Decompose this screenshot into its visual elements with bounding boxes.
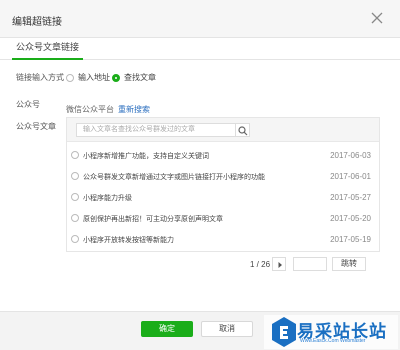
- article-row[interactable]: 原创保护再出新招！可主动分享原创声明文章 2017-05-20: [67, 208, 379, 229]
- article-date: 2017-05-19: [330, 235, 371, 244]
- article-date: 2017-05-20: [330, 214, 371, 223]
- article-row[interactable]: 公众号群发文章新增通过文字或图片链接打开小程序的功能 2017-06-01: [67, 166, 379, 187]
- article-panel: 输入文章名查找公众号群发过的文章 小程序新增推广功能，支持自定义关键词 2017…: [66, 117, 380, 252]
- radio-input-address[interactable]: [66, 73, 74, 82]
- article-title: 小程序新增推广功能，支持自定义关键词: [83, 153, 209, 160]
- reselect-link[interactable]: 重新搜索: [118, 105, 150, 114]
- article-date: 2017-05-27: [330, 193, 371, 202]
- search-bar: 输入文章名查找公众号群发过的文章: [67, 118, 379, 142]
- article-label: 公众号文章: [16, 122, 56, 131]
- next-page-button[interactable]: [272, 257, 286, 271]
- article-radio[interactable]: [71, 172, 79, 180]
- watermark-subtext: Www.Easck.Com Webmaster: [300, 338, 366, 344]
- article-radio[interactable]: [71, 193, 79, 201]
- cancel-button[interactable]: 取消: [201, 321, 253, 337]
- edit-hyperlink-dialog: 编辑超链接 公众号文章链接 链接输入方式 输入地址 查找文章 公众号 微信公众平…: [0, 0, 400, 350]
- radio-search-article[interactable]: [112, 73, 120, 82]
- confirm-button[interactable]: 确定: [141, 321, 193, 337]
- option-input-address[interactable]: 输入地址: [66, 72, 110, 83]
- article-title: 小程序开放转发按钮等新能力: [83, 237, 174, 244]
- watermark: 易采站长站 Www.Easck.Com Webmaster: [264, 315, 398, 349]
- account-label: 公众号: [16, 100, 40, 109]
- option-search-article[interactable]: 查找文章: [112, 72, 156, 83]
- jump-button[interactable]: 跳转: [332, 257, 366, 271]
- page-indicator: 1 / 26: [250, 260, 271, 269]
- article-title: 小程序能力升级: [83, 195, 132, 202]
- article-date: 2017-06-01: [330, 172, 371, 181]
- article-date: 2017-06-03: [330, 151, 371, 160]
- option-input-address-label: 输入地址: [78, 73, 110, 82]
- caret-right-icon: [278, 262, 282, 268]
- article-radio[interactable]: [71, 235, 79, 243]
- tab-article-link[interactable]: 公众号文章链接: [12, 38, 84, 60]
- watermark-logo-icon: [272, 317, 296, 347]
- link-input-method-label: 链接输入方式: [16, 73, 64, 82]
- search-input[interactable]: 输入文章名查找公众号群发过的文章: [76, 123, 236, 137]
- close-icon[interactable]: [370, 11, 384, 25]
- dialog-header: 编辑超链接: [0, 0, 400, 38]
- article-row[interactable]: 小程序开放转发按钮等新能力 2017-05-19: [67, 229, 379, 250]
- article-radio[interactable]: [71, 151, 79, 159]
- account-name: 微信公众平台: [66, 105, 114, 114]
- tab-bar: 公众号文章链接: [0, 38, 400, 60]
- page-number-input[interactable]: [293, 257, 327, 271]
- article-radio[interactable]: [71, 214, 79, 222]
- option-search-article-label: 查找文章: [124, 73, 156, 82]
- dialog-title: 编辑超链接: [12, 17, 62, 28]
- article-row[interactable]: 小程序能力升级 2017-05-27: [67, 187, 379, 208]
- search-icon: [238, 126, 248, 136]
- account-value: 微信公众平台 重新搜索: [66, 99, 150, 117]
- article-title: 原创保护再出新招！可主动分享原创声明文章: [83, 216, 223, 223]
- article-title: 公众号群发文章新增通过文字或图片链接打开小程序的功能: [83, 174, 265, 181]
- article-row[interactable]: 小程序新增推广功能，支持自定义关键词 2017-06-03: [67, 145, 379, 166]
- search-button[interactable]: [236, 123, 250, 137]
